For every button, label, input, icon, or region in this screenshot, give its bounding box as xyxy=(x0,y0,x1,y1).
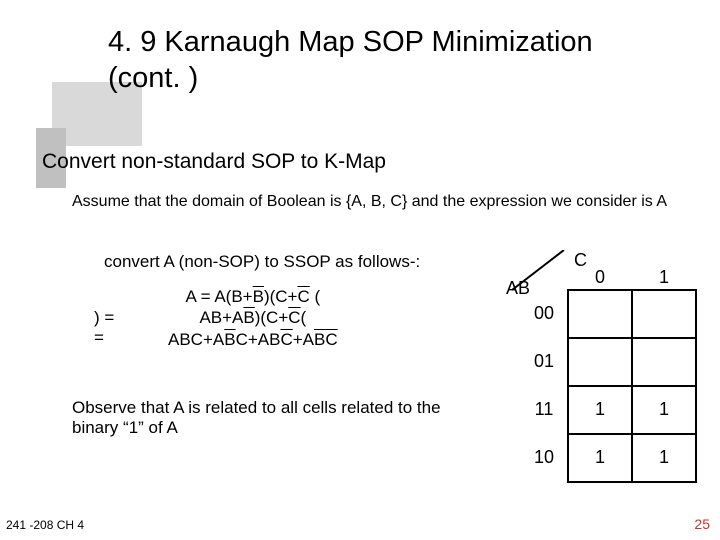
expansion-left: ) = = xyxy=(94,308,114,349)
kmap-ab-label: AB xyxy=(506,278,530,298)
kmap-cell-11-0: 1 xyxy=(595,399,605,419)
kmap-col-0: 0 xyxy=(595,267,605,287)
kmap-cell-11-1: 1 xyxy=(659,399,669,419)
kmap-c-label: C xyxy=(574,250,587,270)
page-number: 25 xyxy=(694,516,710,532)
slide-title: 4. 9 Karnaugh Map SOP Minimization (cont… xyxy=(108,24,668,97)
kmap-row-00: 00 xyxy=(534,303,554,323)
observe-text: Observe that A is related to all cells r… xyxy=(72,398,452,439)
footer-left: 241 -208 CH 4 xyxy=(6,518,84,532)
expansion-right: A = A(B+B)(C+C ( AB+AB)(C+C( ABC+ABC+ABC… xyxy=(168,286,338,350)
kmap-row-01: 01 xyxy=(534,351,554,371)
slide-subtitle: Convert non-standard SOP to K-Map xyxy=(42,150,386,174)
kmap-cell-10-1: 1 xyxy=(659,447,669,467)
kmap-col-1: 1 xyxy=(659,267,669,287)
kmap-diagram: C AB 0 1 00 01 11 10 1 1 1 1 xyxy=(484,250,702,488)
convert-line: convert A (non-SOP) to SSOP as follows-: xyxy=(104,252,420,272)
assume-text: Assume that the domain of Boolean is {A,… xyxy=(72,192,672,211)
kmap-row-10: 10 xyxy=(534,447,554,467)
kmap-row-11: 11 xyxy=(535,399,554,419)
kmap-cell-10-0: 1 xyxy=(595,447,605,467)
